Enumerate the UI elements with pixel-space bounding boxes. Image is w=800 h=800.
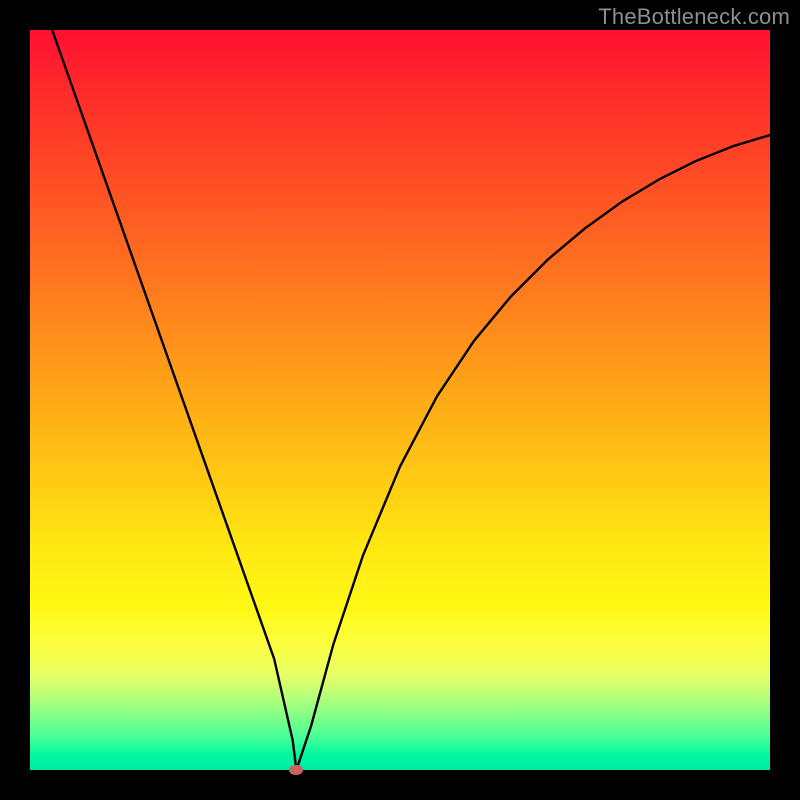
chart-frame: TheBottleneck.com [0,0,800,800]
plot-area [30,30,770,770]
bottleneck-curve [30,30,770,770]
watermark-text: TheBottleneck.com [598,4,790,30]
optimal-point-marker [289,765,303,775]
